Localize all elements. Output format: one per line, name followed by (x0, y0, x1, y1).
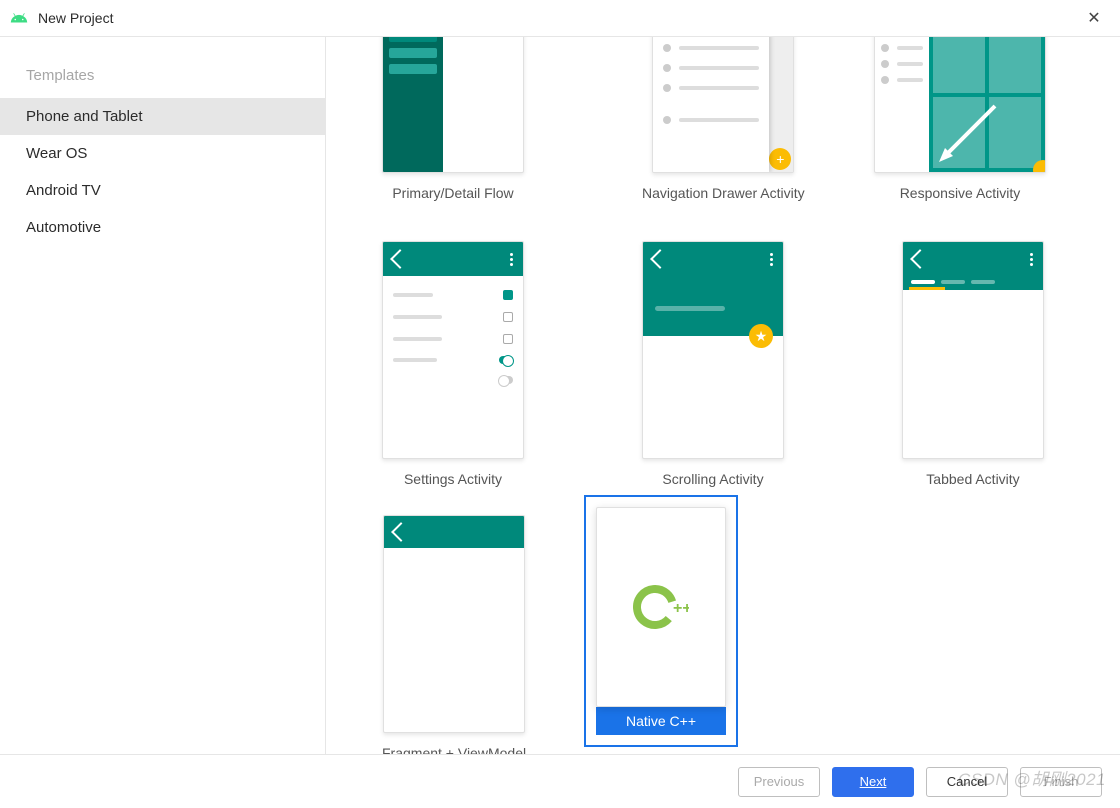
template-label: Responsive Activity (900, 185, 1021, 201)
cancel-button[interactable]: Cancel (926, 767, 1008, 797)
button-bar: Previous Next Cancel Finish CSDN @胡刚2021 (0, 754, 1120, 808)
android-icon (10, 9, 28, 27)
template-native-cpp[interactable]: ++ Native C++ (584, 495, 738, 747)
next-button[interactable]: Next (832, 767, 914, 797)
sidebar-item-android-tv[interactable]: Android TV (0, 172, 325, 209)
template-primary-detail-flow[interactable]: Primary/Detail Flow (382, 37, 524, 201)
template-grid: Primary/Detail Flow + (326, 37, 1120, 754)
finish-button: Finish (1020, 767, 1102, 797)
overflow-icon (510, 253, 513, 266)
previous-button: Previous (738, 767, 820, 797)
svg-text:++: ++ (673, 600, 689, 617)
cpp-icon: ++ (633, 579, 689, 635)
template-label: Settings Activity (404, 471, 502, 487)
next-button-label: Next (860, 774, 887, 789)
star-icon: ★ (749, 324, 773, 348)
close-icon[interactable]: ✕ (1078, 2, 1110, 34)
template-navigation-drawer[interactable]: + Navigation Drawer Activity (642, 37, 805, 201)
window-title: New Project (38, 10, 1078, 26)
back-arrow-icon (390, 249, 410, 269)
template-label: Primary/Detail Flow (392, 185, 513, 201)
overflow-icon (770, 253, 773, 266)
sidebar-item-wear-os[interactable]: Wear OS (0, 135, 325, 172)
titlebar: New Project ✕ (0, 0, 1120, 36)
template-label: Scrolling Activity (662, 471, 763, 487)
back-arrow-icon (391, 522, 411, 542)
sidebar: Templates Phone and Tablet Wear OS Andro… (0, 37, 326, 754)
overflow-icon (1030, 253, 1033, 266)
template-label: Fragment + ViewModel (382, 745, 526, 754)
template-settings-activity[interactable]: Settings Activity (382, 241, 524, 487)
template-label: Tabbed Activity (926, 471, 1019, 487)
sidebar-item-automotive[interactable]: Automotive (0, 209, 325, 246)
sidebar-heading: Templates (0, 59, 325, 98)
back-arrow-icon (910, 249, 930, 269)
template-label-selected: Native C++ (596, 707, 726, 735)
template-responsive[interactable]: Responsive Activity (874, 37, 1046, 201)
sidebar-item-phone-and-tablet[interactable]: Phone and Tablet (0, 98, 325, 135)
template-tabbed-activity[interactable]: Tabbed Activity (902, 241, 1044, 487)
dialog-body: Templates Phone and Tablet Wear OS Andro… (0, 36, 1120, 754)
back-arrow-icon (650, 249, 670, 269)
template-label: Navigation Drawer Activity (642, 185, 805, 201)
template-scrolling-activity[interactable]: ★ Scrolling Activity (642, 241, 784, 487)
template-fragment-viewmodel[interactable]: Fragment + ViewModel (382, 515, 526, 754)
